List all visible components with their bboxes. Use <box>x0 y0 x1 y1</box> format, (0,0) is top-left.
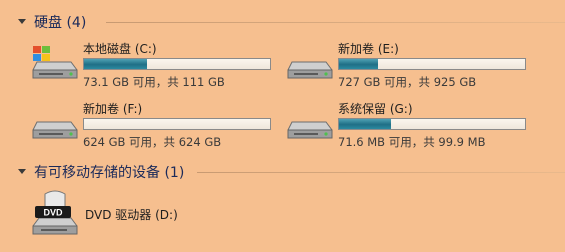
chevron-down-icon[interactable] <box>18 19 26 24</box>
group-divider <box>106 22 565 23</box>
group-divider <box>197 172 565 173</box>
hard-drive-icon <box>287 121 333 139</box>
drive-item-f[interactable]: 新加卷 (F:) 624 GB 可用，共 624 GB <box>31 100 276 156</box>
drive-item-e[interactable]: 新加卷 (E:) 727 GB 可用，共 925 GB <box>286 40 531 96</box>
drive-name: 新加卷 (F:) <box>83 102 143 116</box>
drive-name: 新加卷 (E:) <box>338 42 399 56</box>
usage-bar-fill <box>339 59 379 69</box>
usage-bar <box>338 118 526 130</box>
drive-space-text: 624 GB 可用，共 624 GB <box>83 135 222 149</box>
dvd-drive-icon: DVD <box>32 190 78 235</box>
drive-name: 本地磁盘 (C:) <box>83 42 157 56</box>
usage-bar-fill <box>84 59 148 69</box>
group-title: 硬盘 (4) <box>34 15 87 31</box>
windows-hard-drive-icon <box>32 46 78 79</box>
usage-bar <box>338 58 526 70</box>
drive-space-text: 727 GB 可用，共 925 GB <box>338 75 477 89</box>
dvd-icon-label: DVD <box>43 208 63 218</box>
drive-space-text: 73.1 GB 可用，共 111 GB <box>83 75 225 89</box>
hard-drive-icon <box>287 61 333 79</box>
drive-item-c[interactable]: 本地磁盘 (C:) 73.1 GB 可用，共 111 GB <box>31 40 276 96</box>
drive-space-text: 71.6 MB 可用，共 99.9 MB <box>338 135 486 149</box>
dvd-drive-item[interactable]: DVD DVD 驱动器 (D:) <box>31 188 291 238</box>
drive-name: 系统保留 (G:) <box>338 102 413 116</box>
group-header-removable-storage[interactable]: 有可移动存储的设备 (1) <box>0 161 565 183</box>
drive-item-g[interactable]: 系统保留 (G:) 71.6 MB 可用，共 99.9 MB <box>286 100 531 156</box>
group-title: 有可移动存储的设备 (1) <box>34 165 185 181</box>
group-header-hard-disks[interactable]: 硬盘 (4) <box>0 11 565 33</box>
usage-bar-fill <box>339 119 392 129</box>
drive-name: DVD 驱动器 (D:) <box>85 208 178 222</box>
usage-bar <box>83 118 271 130</box>
chevron-down-icon[interactable] <box>18 169 26 174</box>
usage-bar <box>83 58 271 70</box>
hard-drive-icon <box>32 121 78 139</box>
